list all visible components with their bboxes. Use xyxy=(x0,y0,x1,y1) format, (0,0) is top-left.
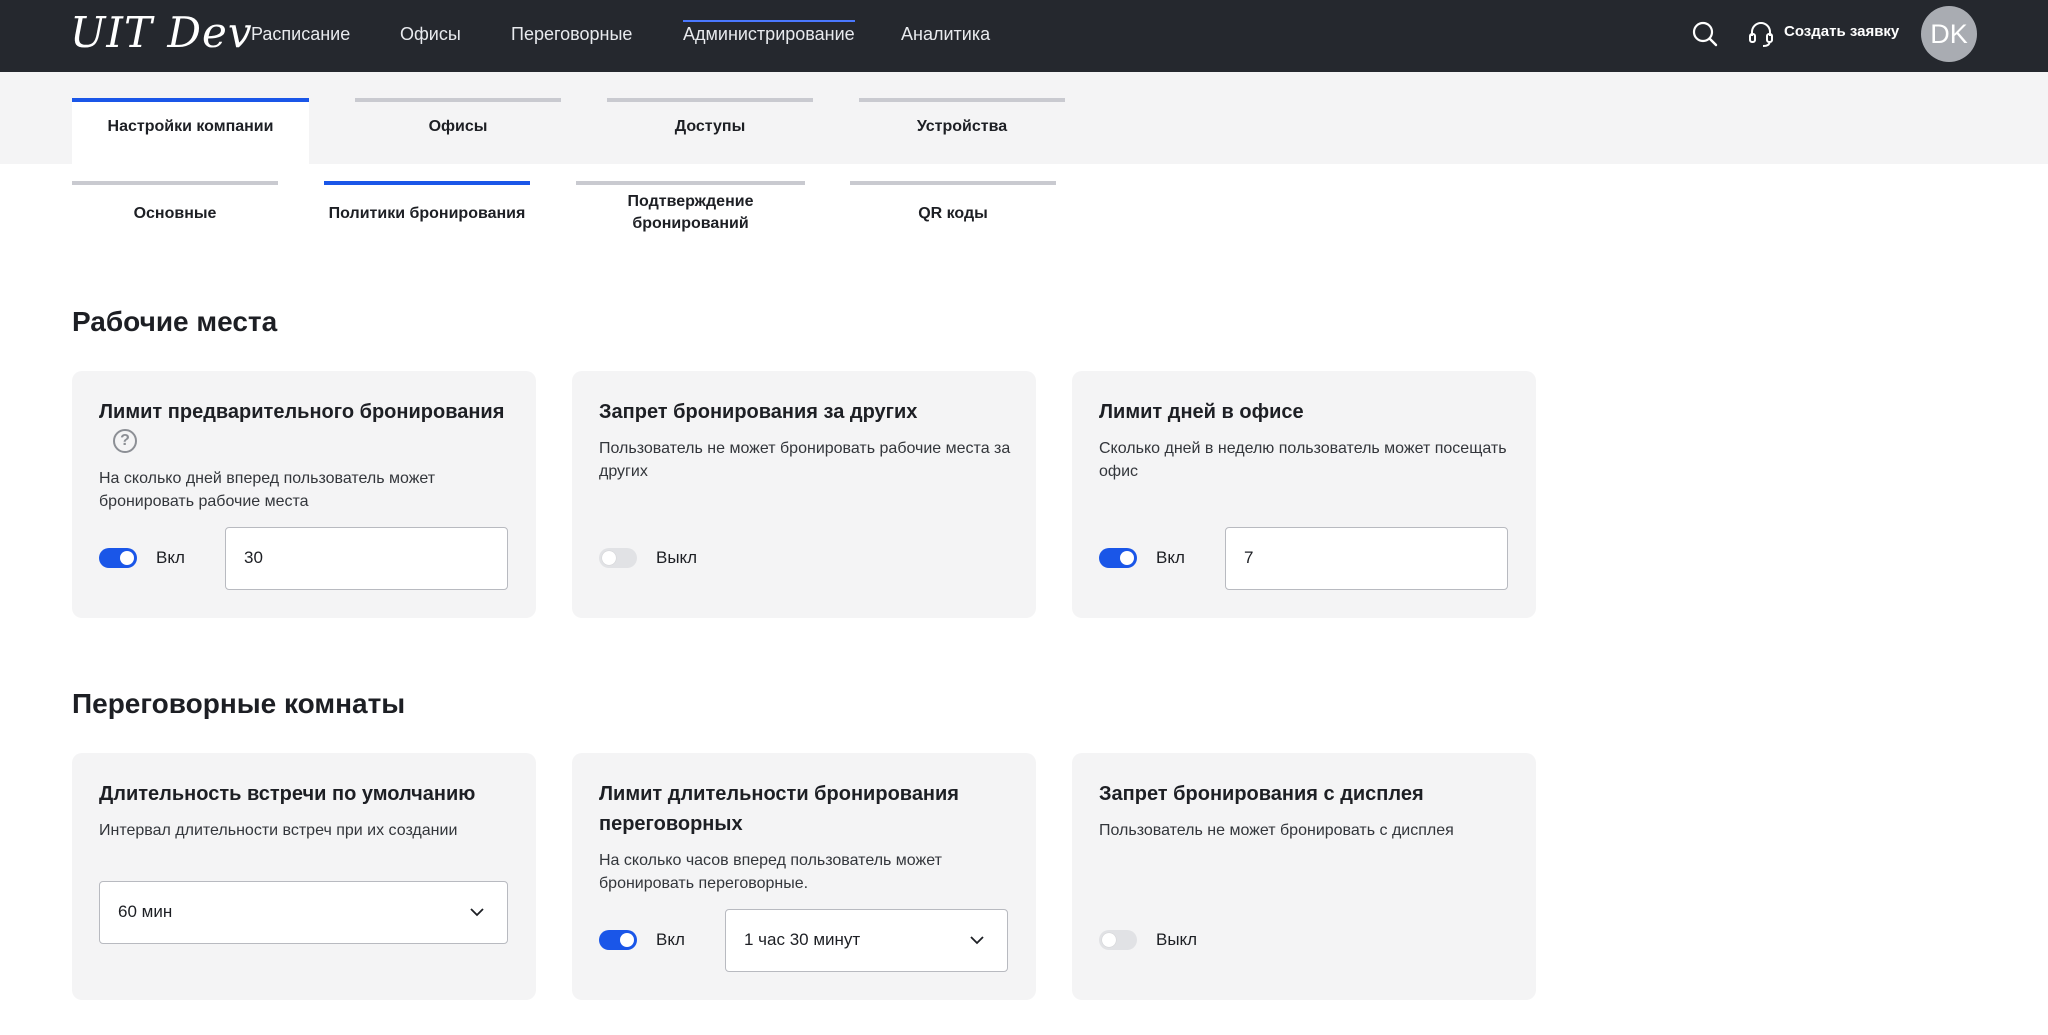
tab-company-settings[interactable]: Настройки компании xyxy=(72,98,309,164)
create-ticket-button[interactable]: Создать заявку xyxy=(1784,22,1899,42)
toggle-label: Выкл xyxy=(1156,930,1198,949)
card-title: Запрет бронирования с дисплея xyxy=(1099,783,1424,805)
meeting-rooms-section-title: Переговорные комнаты xyxy=(72,688,406,719)
workplaces-section-title: Рабочие места xyxy=(72,306,278,337)
card-description: На сколько дней вперед пользователь може… xyxy=(99,470,436,510)
tab-devices[interactable]: Устройства xyxy=(859,98,1065,164)
toggle-label: Выкл xyxy=(656,548,698,567)
card-title: Лимит предварительного бронирования? xyxy=(99,397,519,457)
office-days-toggle[interactable] xyxy=(1099,548,1137,568)
office-days-input[interactable]: 7 xyxy=(1225,527,1508,590)
advance-booking-toggle[interactable] xyxy=(99,548,137,568)
chevron-down-icon xyxy=(470,908,484,917)
card-description: Сколько дней в неделю пользователь может… xyxy=(1099,440,1507,480)
card-description: Интервал длительности встреч при их созд… xyxy=(99,822,458,839)
subtab-booking-confirmation[interactable]: Подтверждение бронирований xyxy=(576,181,805,237)
default-duration-select[interactable]: 60 мин xyxy=(99,881,508,944)
subtab-booking-policies[interactable]: Политики бронирования xyxy=(324,181,530,237)
tab-offices[interactable]: Офисы xyxy=(355,98,561,164)
user-avatar[interactable]: DK xyxy=(1921,6,1977,62)
card-advance-booking-limit: Лимит предварительного бронирования? На … xyxy=(72,371,536,618)
card-booking-for-others-ban: Запрет бронирования за других Пользовате… xyxy=(572,371,1036,618)
advance-booking-days-input[interactable]: 30 xyxy=(225,527,508,590)
card-description: Пользователь не может бронировать с дисп… xyxy=(1099,822,1454,839)
search-icon[interactable] xyxy=(1690,19,1720,49)
nav-item-administration[interactable]: Администрирование xyxy=(683,20,855,48)
toggle-label: Вкл xyxy=(656,930,685,949)
tab-access[interactable]: Доступы xyxy=(607,98,813,164)
card-title: Запрет бронирования за других xyxy=(599,401,918,423)
headset-icon[interactable] xyxy=(1746,19,1776,49)
meeting-duration-limit-toggle[interactable] xyxy=(599,930,637,950)
booking-for-others-toggle[interactable] xyxy=(599,548,637,568)
toggle-label: Вкл xyxy=(156,548,185,567)
card-title: Лимит дней в офисе xyxy=(1099,401,1304,423)
card-office-days-limit: Лимит дней в офисе Сколько дней в неделю… xyxy=(1072,371,1536,618)
card-display-booking-ban: Запрет бронирования с дисплея Пользовате… xyxy=(1072,753,1536,1000)
select-value: 60 мин xyxy=(118,902,173,921)
nav-item-analytics[interactable]: Аналитика xyxy=(901,22,990,50)
card-description: Пользователь не может бронировать рабочи… xyxy=(599,440,1011,480)
nav-item-schedule[interactable]: Расписание xyxy=(251,22,350,50)
nav-item-offices[interactable]: Офисы xyxy=(400,22,461,50)
subtab-qr-codes[interactable]: QR коды xyxy=(850,181,1056,237)
card-default-meeting-duration: Длительность встречи по умолчанию Интерв… xyxy=(72,753,536,1000)
top-navigation-bar: UIT Dev Расписание Офисы Переговорные Ад… xyxy=(0,0,2048,72)
toggle-label: Вкл xyxy=(1156,548,1185,567)
card-description: На сколько часов вперед пользователь мож… xyxy=(599,852,942,892)
card-title: Лимит длительности бронирования перегово… xyxy=(599,783,959,835)
chevron-down-icon xyxy=(970,936,984,945)
subtab-general[interactable]: Основные xyxy=(72,181,278,237)
app-logo[interactable]: UIT Dev xyxy=(70,8,253,57)
card-meeting-booking-duration-limit: Лимит длительности бронирования перегово… xyxy=(572,753,1036,1000)
nav-item-meeting-rooms[interactable]: Переговорные xyxy=(511,22,632,50)
select-value: 1 час 30 минут xyxy=(744,930,861,949)
card-title: Длительность встречи по умолчанию xyxy=(99,783,476,805)
question-icon[interactable]: ? xyxy=(113,428,137,453)
display-booking-toggle[interactable] xyxy=(1099,930,1137,950)
meeting-duration-limit-select[interactable]: 1 час 30 минут xyxy=(725,909,1008,972)
